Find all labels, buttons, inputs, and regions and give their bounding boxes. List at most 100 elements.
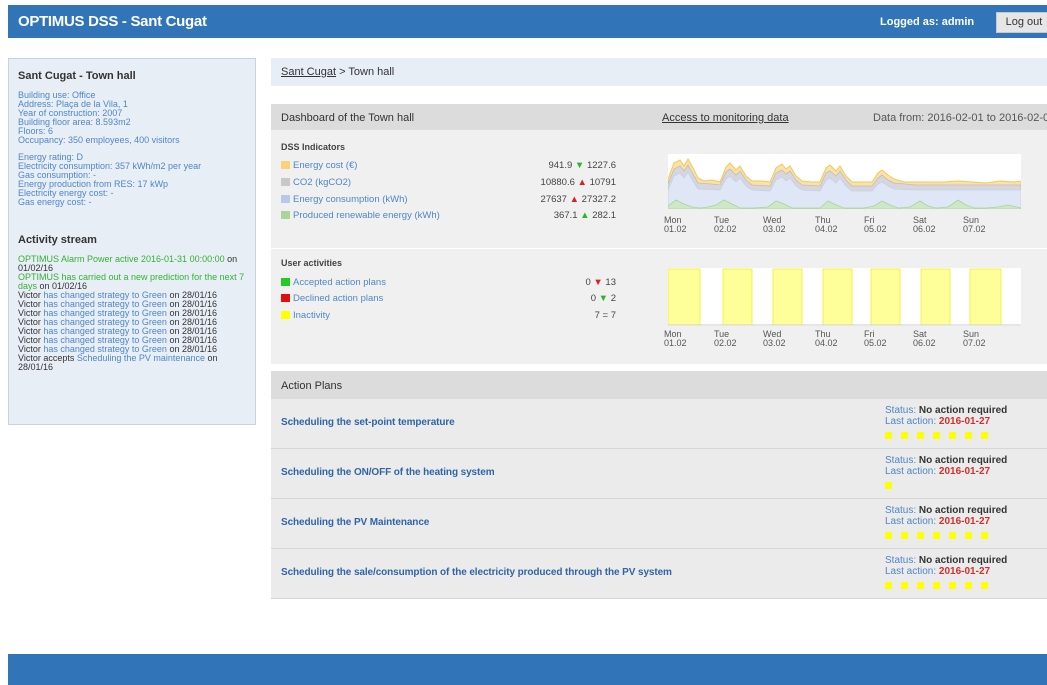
day-label: Sat 06.02 (913, 330, 947, 348)
inactivity-squares (885, 532, 997, 540)
inactivity-square (965, 582, 972, 589)
arrow-up-icon: ▲ (577, 177, 587, 188)
stream-entry: OPTIMUS Alarm Power active 2016-01-31 00… (18, 255, 246, 273)
last-action-label: Last action: (885, 516, 939, 527)
inactivity-square (965, 432, 972, 439)
activity-previous: 13 (605, 277, 616, 288)
activity-label: Declined action plans (293, 293, 384, 304)
status-value: No action required (918, 405, 1008, 416)
logout-button[interactable]: Log out (996, 12, 1047, 33)
inactivity-square (949, 532, 956, 539)
indicator-previous: 27327.2 (581, 194, 616, 205)
day-date: 03.02 (763, 338, 786, 348)
building-info: Building use: Office Address: Plaça de l… (18, 91, 246, 207)
action-plan-link[interactable]: Scheduling the ON/OFF of the heating sys… (281, 467, 495, 478)
footer-bar (8, 654, 1047, 685)
day-date: 04.02 (815, 338, 838, 348)
dss-indicators-title: DSS Indicators (281, 142, 346, 152)
day-date: 01.02 (664, 338, 687, 348)
inactivity-squares (885, 432, 997, 440)
activity-timeline (667, 268, 1021, 326)
indicator-current: 27637 (540, 194, 567, 205)
status-value: No action required (918, 455, 1008, 466)
day-date: 02.02 (714, 338, 737, 348)
day-label: Mon 01.02 (664, 330, 698, 348)
action-plan-status: Status: No action required Last action: … (885, 455, 1007, 477)
status-value: No action required (918, 555, 1008, 566)
info-line: Occupancy: 350 employees, 400 visitors (18, 135, 180, 145)
last-action-label: Last action: (885, 466, 939, 477)
breadcrumb-link-sant-cugat[interactable]: Sant Cugat (281, 66, 336, 78)
day-label: Mon 01.02 (664, 216, 698, 234)
day-label: Sun 07.02 (963, 330, 997, 348)
legend-swatch (281, 311, 290, 319)
inactivity-block (772, 268, 803, 326)
day-label: Sat 06.02 (913, 216, 947, 234)
activity-previous: 2 (610, 293, 616, 304)
data-range: Data from: 2016-02-01 to 2016-02-08 (873, 112, 1047, 124)
action-plan-link[interactable]: Scheduling the set-point temperature (281, 417, 455, 428)
indicator-row: Produced renewable energy (kWh) 367.1 ▲ … (281, 210, 616, 224)
day-date: 06.02 (913, 338, 936, 348)
last-action-label: Last action: (885, 416, 939, 427)
day-date: 06.02 (913, 224, 936, 234)
activity-stream: OPTIMUS Alarm Power active 2016-01-31 00… (18, 255, 246, 372)
day-date: 05.02 (864, 338, 887, 348)
day-date: 07.02 (963, 338, 986, 348)
legend-swatch (281, 178, 290, 186)
activity-current: 7 (594, 310, 600, 321)
action-plan-row: Scheduling the set-point temperature Sta… (271, 399, 1047, 449)
breadcrumb-separator: > (336, 66, 349, 78)
activity-label: Inactivity (293, 310, 330, 321)
day-label: Sun 07.02 (963, 216, 997, 234)
day-label: Wed 03.02 (763, 330, 797, 348)
inactivity-square (885, 582, 892, 589)
monitoring-link[interactable]: Access to monitoring data (662, 112, 789, 124)
inactivity-square (901, 432, 908, 439)
activity-previous: 7 (610, 310, 616, 321)
inactivity-square (949, 582, 956, 589)
last-action-date: 2016-01-27 (938, 416, 991, 427)
status-label: Status: (885, 555, 919, 566)
activity-row: Accepted action plans 0 ▼ 13 (281, 277, 616, 291)
arrow-up-icon: ▲ (580, 210, 590, 221)
user-activities-title: User activities (281, 258, 343, 268)
day-label: Thu 04.02 (815, 330, 849, 348)
logged-user: Logged as: admin (880, 16, 975, 28)
arrow-down-icon: ▼ (574, 160, 585, 171)
activity-label: Accepted action plans (293, 277, 386, 288)
dashboard-title: Dashboard of the Town hall (281, 112, 415, 124)
indicator-current: 941.9 (548, 160, 573, 171)
arrow-up-icon: ▲ (569, 194, 580, 205)
day-label: Fri 05.02 (864, 216, 898, 234)
dashboard-panel: Dashboard of the Town hall Access to mon… (271, 104, 1047, 364)
status-label: Status: (885, 455, 919, 466)
action-plan-link[interactable]: Scheduling the sale/consumption of the e… (281, 567, 672, 578)
arrow-down-icon: ▼ (598, 293, 609, 304)
last-action-date: 2016-01-27 (938, 566, 991, 577)
action-plan-link[interactable]: Scheduling the PV Maintenance (281, 517, 429, 528)
day-date: 02.02 (714, 224, 737, 234)
arrow-down-icon: ▼ (593, 277, 603, 288)
inactivity-block (920, 268, 951, 326)
energy-chart-svg (667, 157, 1022, 210)
day-axis: Mon 01.02 Tue 02.02 Wed 03.02 Thu 04.02 Fri 0… (664, 330, 1034, 354)
inactivity-square (885, 532, 892, 539)
top-bar: OPTIMUS DSS - Sant Cugat Logged as: admi… (8, 5, 1047, 38)
action-plan-status: Status: No action required Last action: … (885, 405, 1007, 427)
inactivity-square (901, 582, 908, 589)
inactivity-square (933, 432, 940, 439)
inactivity-squares (885, 582, 997, 590)
legend-swatch (281, 278, 290, 286)
last-action-date: 2016-01-27 (938, 466, 991, 477)
indicator-row: Energy cost (€) 941.9 ▼ 1227.6 (281, 160, 616, 174)
inactivity-square (933, 532, 940, 539)
day-label: Fri 05.02 (864, 330, 898, 348)
indicator-label: Energy cost (€) (293, 160, 358, 171)
day-date: 01.02 (664, 224, 687, 234)
inactivity-square (917, 582, 924, 589)
activity-row: Inactivity 7 = 7 (281, 310, 616, 324)
inactivity-square (949, 432, 956, 439)
indicator-previous: 10791 (589, 177, 616, 188)
day-label: Wed 03.02 (763, 216, 797, 234)
